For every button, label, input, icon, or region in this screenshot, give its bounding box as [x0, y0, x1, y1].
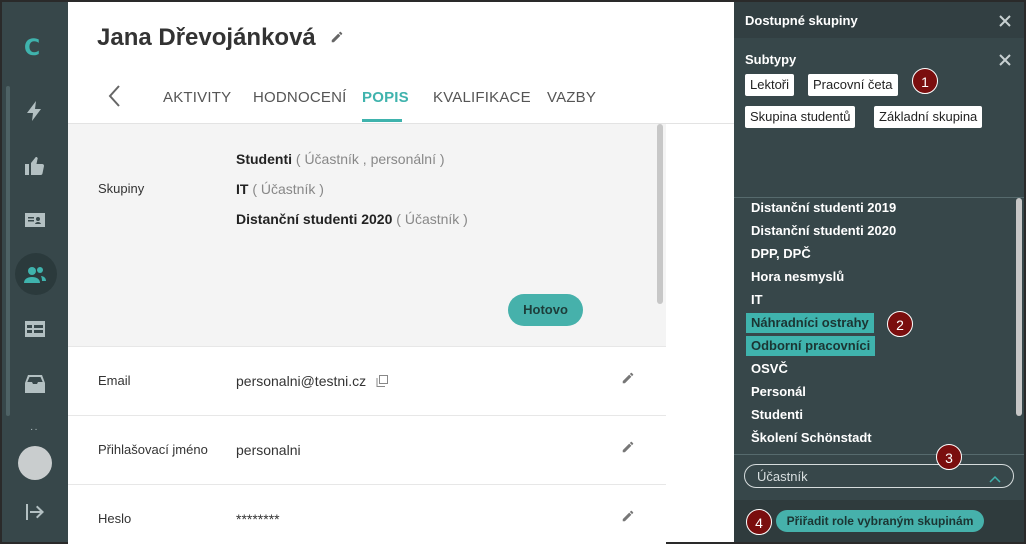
person-name: Jana Dřevojánková	[97, 24, 316, 51]
tab-vazby[interactable]: VAZBY	[547, 89, 596, 106]
pencil-icon[interactable]	[621, 440, 635, 454]
panel-header: Dostupné skupiny	[734, 2, 1024, 38]
role-select[interactable]: Účastník	[744, 464, 1014, 488]
group-name: Studenti	[236, 151, 292, 167]
field-label: Email	[98, 373, 131, 388]
group-list-item[interactable]: Školení Schönstadt	[751, 428, 872, 448]
id-card-icon[interactable]	[23, 208, 47, 232]
groups-label: Skupiny	[98, 181, 145, 196]
group-role: ( Účastník , personální )	[295, 151, 445, 167]
annotation-badge: 1	[912, 68, 938, 94]
annotation-badge: 2	[887, 311, 913, 337]
active-tab-indicator	[362, 119, 402, 122]
avatar[interactable]	[18, 446, 52, 480]
annotation-badge: 3	[936, 444, 962, 470]
close-icon[interactable]	[998, 14, 1012, 28]
left-rail: C ··	[2, 2, 68, 542]
annotation-badge: 4	[746, 509, 772, 535]
group-entry: IT ( Účastník )	[236, 181, 324, 197]
field-label: Heslo	[98, 511, 132, 526]
group-list-item[interactable]: Hora nesmyslů	[751, 267, 844, 287]
group-list-item[interactable]: IT	[751, 290, 763, 310]
logout-icon[interactable]	[23, 500, 47, 524]
pencil-icon[interactable]	[621, 509, 635, 523]
field-row-email: Email personalni@testni.cz	[68, 346, 666, 414]
tab-bar: AKTIVITY HODNOCENÍ POPIS KVALIFIKACE VAZ…	[68, 72, 734, 124]
field-value: personalni	[236, 442, 301, 458]
close-icon[interactable]	[998, 53, 1012, 67]
subtypes-title: Subtypy	[745, 52, 797, 67]
group-role: ( Účastník )	[252, 181, 324, 197]
subtype-chip[interactable]: Skupina studentů	[745, 106, 856, 128]
done-button[interactable]: Hotovo	[508, 294, 583, 326]
people-icon[interactable]	[23, 263, 47, 287]
group-list-item[interactable]: Distanční studenti 2019	[751, 198, 896, 218]
pencil-icon[interactable]	[330, 30, 344, 44]
inbox-icon[interactable]	[23, 372, 47, 396]
copy-icon[interactable]	[376, 374, 389, 387]
group-list-item-selected[interactable]: Náhradníci ostrahy	[746, 313, 874, 333]
table-icon[interactable]	[23, 317, 47, 341]
group-entry: Distanční studenti 2020 ( Účastník )	[236, 211, 468, 227]
flash-icon[interactable]	[23, 99, 47, 123]
field-row-password: Heslo ********	[68, 484, 666, 544]
divider	[734, 454, 1024, 455]
tab-popis[interactable]: POPIS	[362, 89, 409, 106]
group-entry: Studenti ( Účastník , personální )	[236, 151, 445, 167]
rail-scrollbar[interactable]	[6, 86, 10, 416]
subtype-chip[interactable]: Pracovní četa	[808, 74, 898, 96]
group-list-item[interactable]: Distanční studenti 2020	[751, 221, 896, 241]
tab-aktivity[interactable]: AKTIVITY	[163, 89, 231, 106]
group-role: ( Účastník )	[396, 211, 468, 227]
group-list-item[interactable]: DPP, DPČ	[751, 244, 811, 264]
group-name: Distanční studenti 2020	[236, 211, 393, 227]
group-list-item[interactable]: OSVČ	[751, 359, 788, 379]
more-indicator: ··	[30, 424, 39, 435]
email-value: personalni@testni.cz	[236, 373, 367, 389]
chevron-left-icon[interactable]	[105, 84, 125, 108]
pencil-icon[interactable]	[621, 371, 635, 385]
group-list-item[interactable]: Studenti	[751, 405, 803, 425]
content-scrollbar[interactable]	[657, 124, 663, 304]
field-value: ********	[236, 511, 280, 527]
main-content: Jana Dřevojánková AKTIVITY HODNOCENÍ POP…	[68, 2, 734, 544]
field-row-login: Přihlašovací jméno personalni	[68, 415, 666, 483]
role-select-value: Účastník	[757, 469, 808, 484]
panel-title: Dostupné skupiny	[745, 13, 858, 28]
group-list-item[interactable]: Personál	[751, 382, 806, 402]
group-list-item-selected[interactable]: Odborní pracovníci	[746, 336, 876, 356]
tab-hodnoceni[interactable]: HODNOCENÍ	[253, 89, 346, 106]
chevron-up-icon	[989, 471, 1001, 483]
group-name: IT	[236, 181, 249, 197]
available-groups-panel: Dostupné skupiny Subtypy Lektoři Pracovn…	[734, 2, 1024, 542]
subtype-chip[interactable]: Základní skupina	[874, 106, 983, 128]
group-list-scrollbar[interactable]	[1016, 198, 1022, 416]
panel-footer: Přiřadit role vybraným skupinám	[734, 500, 1024, 542]
assign-roles-button[interactable]: Přiřadit role vybraným skupinám	[776, 510, 984, 532]
thumbs-up-icon[interactable]	[23, 154, 47, 178]
field-value: personalni@testni.cz	[236, 373, 389, 389]
tab-kvalifikace[interactable]: KVALIFIKACE	[433, 89, 531, 106]
field-label: Přihlašovací jméno	[98, 442, 208, 457]
subtype-chip[interactable]: Lektoři	[745, 74, 795, 96]
app-logo[interactable]: C	[24, 36, 40, 61]
